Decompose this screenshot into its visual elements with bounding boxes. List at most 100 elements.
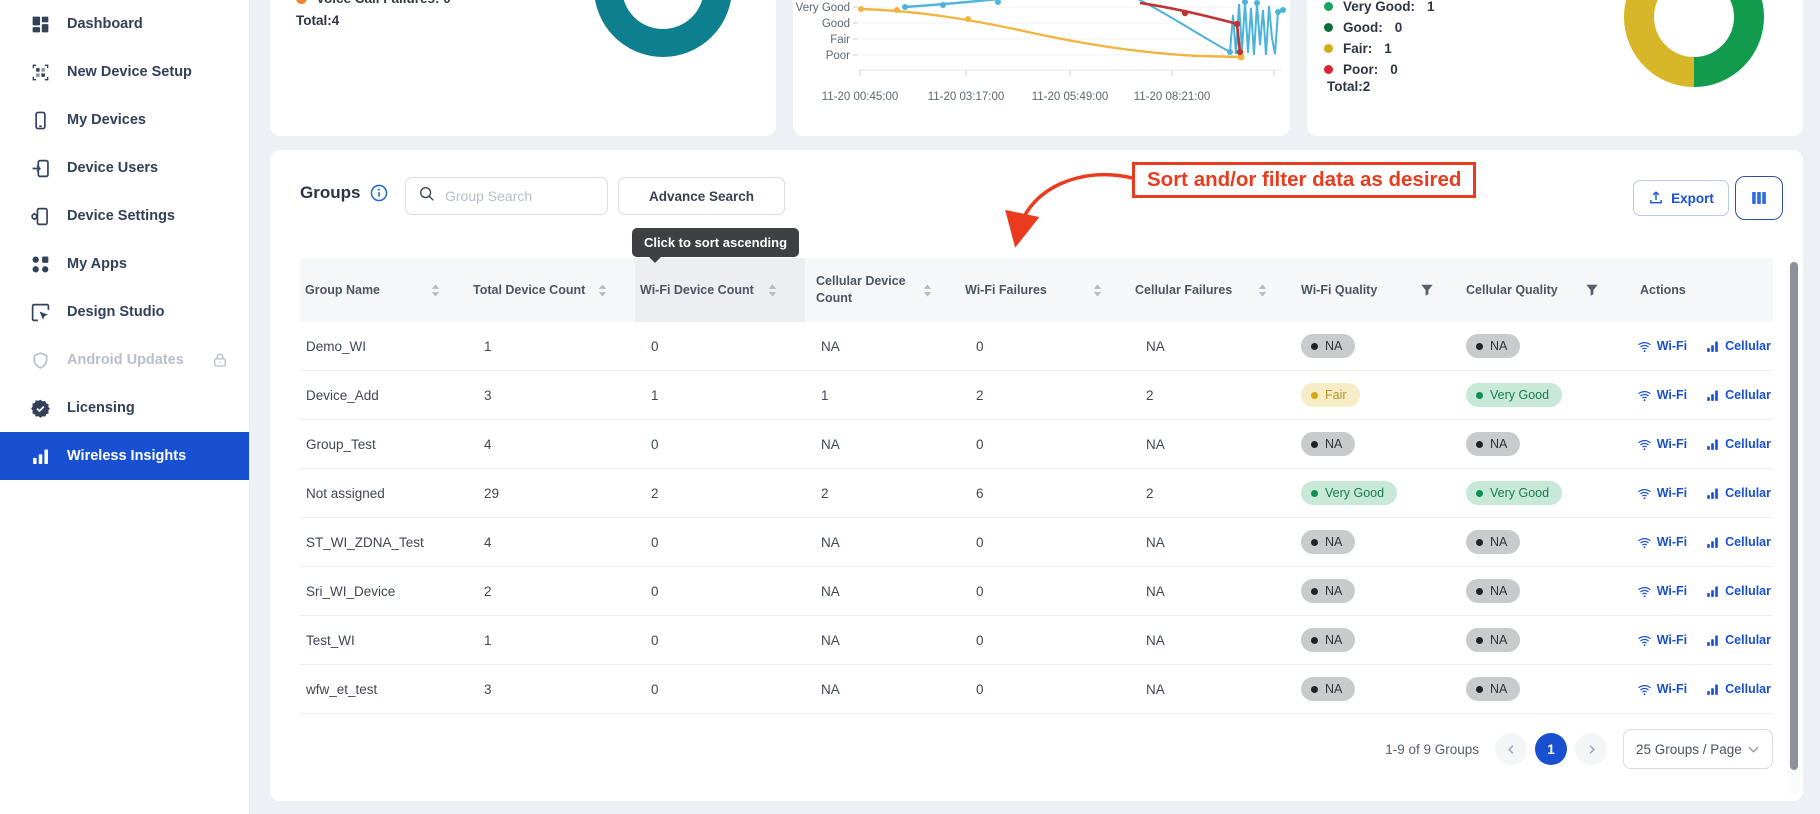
cellular-icon	[1705, 339, 1720, 354]
column-header-group-name[interactable]: Group Name	[300, 258, 468, 322]
column-header-wi-fi-quality[interactable]: Wi-Fi Quality	[1295, 258, 1460, 322]
cell-cellular-quality: NA	[1460, 530, 1625, 554]
cell-wifi-failures: 0	[960, 535, 1130, 550]
cell-wifi-device-count: 2	[635, 486, 805, 501]
qr-code-icon	[30, 62, 51, 83]
cell-wifi-failures: 0	[960, 682, 1130, 697]
table-row: Sri_WI_Device 2 0 NA 0 NA NA NA Wi-Fi Ce…	[300, 567, 1773, 616]
search-icon	[418, 185, 435, 207]
wifi-quality-badge: Fair	[1301, 383, 1360, 407]
cell-wifi-failures: 0	[960, 339, 1130, 354]
wifi-action-link[interactable]: Wi-Fi	[1637, 584, 1687, 599]
wifi-icon	[1637, 437, 1652, 452]
group-search-input[interactable]	[445, 188, 595, 204]
previous-page-button[interactable]	[1495, 733, 1527, 765]
cellular-icon	[1705, 633, 1720, 648]
sidebar-item-new-device-setup[interactable]: New Device Setup	[0, 48, 249, 96]
sort-icon[interactable]	[429, 283, 442, 298]
cellular-icon	[1705, 535, 1720, 550]
design-cursor-icon	[30, 302, 51, 323]
sidebar-item-my-apps[interactable]: My Apps	[0, 240, 249, 288]
sort-icon[interactable]	[1256, 283, 1269, 298]
current-page-button[interactable]: 1	[1535, 733, 1567, 765]
cellular-quality-badge: NA	[1466, 677, 1520, 701]
table-row: Not assigned 29 2 2 6 2 Very Good Very G…	[300, 469, 1773, 518]
wifi-action-link[interactable]: Wi-Fi	[1637, 486, 1687, 501]
legend-item-very-good: Very Good: 1	[1324, 0, 1435, 17]
column-header-wi-fi-device-count[interactable]: Wi-Fi Device Count	[635, 258, 805, 322]
sidebar-item-device-settings[interactable]: Device Settings	[0, 192, 249, 240]
column-header-cellular-failures[interactable]: Cellular Failures	[1130, 258, 1295, 322]
cellular-action-link[interactable]: Cellular	[1705, 486, 1771, 501]
column-settings-button[interactable]	[1735, 176, 1783, 220]
column-header-cellular-quality[interactable]: Cellular Quality	[1460, 258, 1625, 322]
cellular-action-link[interactable]: Cellular	[1705, 535, 1771, 550]
filter-icon[interactable]	[1585, 283, 1599, 297]
wifi-action-link[interactable]: Wi-Fi	[1637, 535, 1687, 550]
advance-search-button[interactable]: Advance Search	[618, 177, 785, 215]
legend-dot	[1324, 65, 1333, 74]
wifi-action-link[interactable]: Wi-Fi	[1637, 388, 1687, 403]
column-header-wi-fi-failures[interactable]: Wi-Fi Failures	[960, 258, 1130, 322]
legend-dot	[1324, 44, 1333, 53]
export-button[interactable]: Export	[1633, 180, 1729, 216]
column-header-cellular-device-count[interactable]: Cellular Device Count	[805, 258, 960, 322]
sort-icon[interactable]	[596, 283, 609, 298]
x-axis-label: 11-20 05:49:00	[1032, 91, 1109, 103]
cellular-action-link[interactable]: Cellular	[1705, 682, 1771, 697]
cellular-action-link[interactable]: Cellular	[1705, 584, 1771, 599]
wifi-action-link[interactable]: Wi-Fi	[1637, 339, 1687, 354]
cell-cellular-failures: 2	[1130, 486, 1295, 501]
cell-group-name: Test_WI	[300, 633, 468, 648]
sidebar-item-my-devices[interactable]: My Devices	[0, 96, 249, 144]
sidebar-item-licensing[interactable]: Licensing	[0, 384, 249, 432]
y-axis-label: Very Good	[796, 2, 850, 14]
sidebar-item-design-studio[interactable]: Design Studio	[0, 288, 249, 336]
cell-actions: Wi-Fi Cellular	[1625, 388, 1773, 403]
cell-cellular-failures: NA	[1130, 633, 1295, 648]
table-scrollbar-track[interactable]	[1788, 260, 1800, 795]
lock-icon	[211, 351, 229, 369]
sidebar-item-dashboard[interactable]: Dashboard	[0, 0, 249, 48]
sort-icon[interactable]	[766, 283, 779, 298]
sort-icon[interactable]	[921, 283, 934, 298]
cellular-icon	[1705, 388, 1720, 403]
cellular-action-link[interactable]: Cellular	[1705, 388, 1771, 403]
wifi-action-link[interactable]: Wi-Fi	[1637, 633, 1687, 648]
cell-actions: Wi-Fi Cellular	[1625, 339, 1773, 354]
groups-panel: Groups Advance Search Export Click to so…	[270, 150, 1803, 801]
cell-wifi-failures: 0	[960, 633, 1130, 648]
wifi-quality-badge: NA	[1301, 432, 1355, 456]
sort-icon[interactable]	[1091, 283, 1104, 298]
cell-wifi-quality: Fair	[1295, 383, 1460, 407]
table-scrollbar-thumb[interactable]	[1790, 262, 1798, 770]
wifi-action-link[interactable]: Wi-Fi	[1637, 437, 1687, 452]
wifi-icon	[1637, 486, 1652, 501]
cellular-action-link[interactable]: Cellular	[1705, 633, 1771, 648]
page-size-select[interactable]: 25 Groups / Page	[1623, 729, 1773, 769]
sidebar-item-android-updates[interactable]: Android Updates	[0, 336, 249, 384]
sidebar-item-device-users[interactable]: Device Users	[0, 144, 249, 192]
cell-total-device-count: 3	[468, 682, 635, 697]
cell-cellular-failures: NA	[1130, 437, 1295, 452]
wifi-quality-badge: NA	[1301, 628, 1355, 652]
cell-wifi-device-count: 0	[635, 535, 805, 550]
cell-wifi-failures: 6	[960, 486, 1130, 501]
voice-call-failures-legend: Voice Call Failures: 0	[296, 0, 451, 6]
filter-icon[interactable]	[1420, 283, 1434, 297]
wifi-icon	[1637, 584, 1652, 599]
next-page-button[interactable]	[1575, 733, 1607, 765]
table-header-row: Group Name Total Device Count Wi-Fi Devi…	[300, 258, 1773, 322]
info-icon[interactable]	[370, 184, 388, 202]
column-header-total-device-count[interactable]: Total Device Count	[468, 258, 635, 322]
cellular-action-link[interactable]: Cellular	[1705, 339, 1771, 354]
group-search-box	[405, 177, 608, 215]
sidebar: Dashboard New Device Setup My Devices De…	[0, 0, 250, 814]
x-axis-label: 11-20 00:45:00	[822, 91, 899, 103]
wifi-action-link[interactable]: Wi-Fi	[1637, 682, 1687, 697]
sidebar-item-wireless-insights[interactable]: Wireless Insights	[0, 432, 249, 480]
cell-actions: Wi-Fi Cellular	[1625, 486, 1773, 501]
cellular-action-link[interactable]: Cellular	[1705, 437, 1771, 452]
sort-tooltip: Click to sort ascending	[632, 228, 799, 257]
cellular-icon	[1705, 437, 1720, 452]
